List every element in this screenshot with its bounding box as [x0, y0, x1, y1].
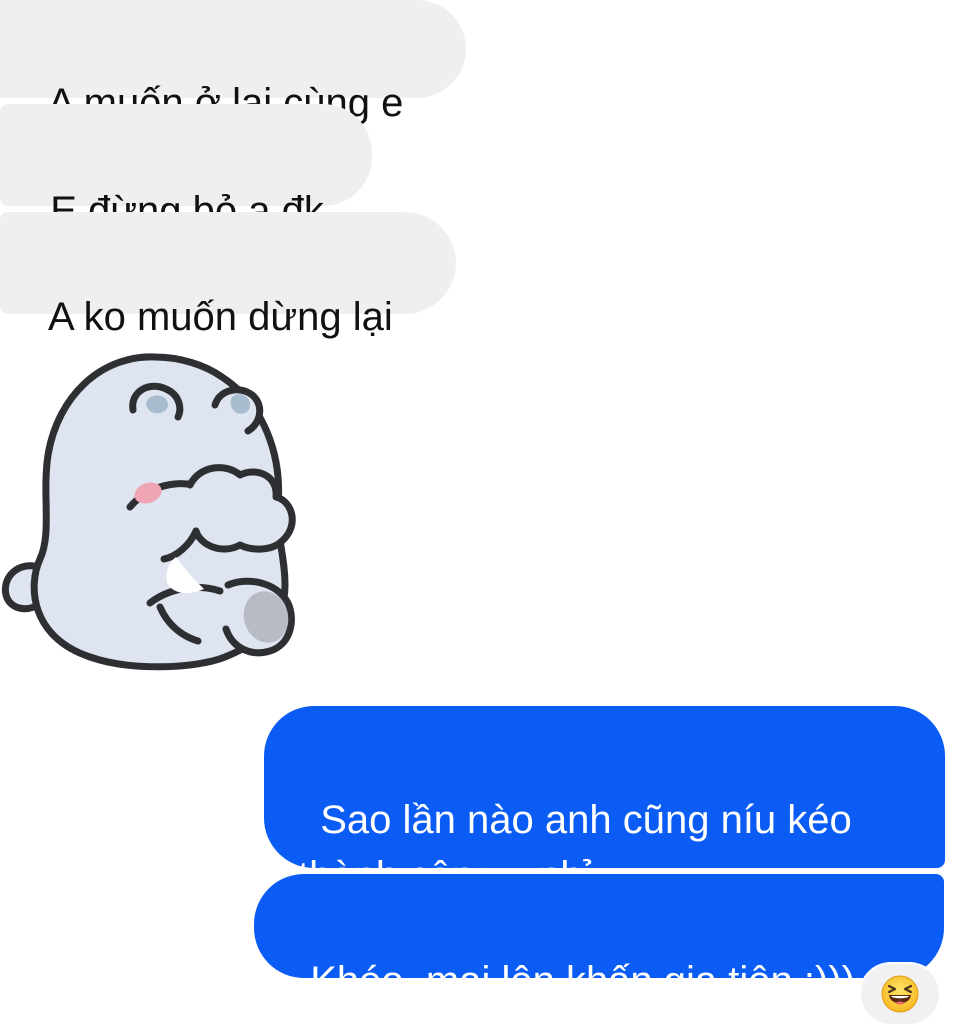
- incoming-message-bubble[interactable]: A ko muốn dừng lại: [0, 212, 456, 339]
- bear-covering-mouth-icon: [1, 353, 296, 671]
- bear-sticker[interactable]: [0, 345, 310, 685]
- incoming-message-bubble[interactable]: A muốn ở lại cùng e: [0, 0, 466, 125]
- message-reaction[interactable]: [861, 964, 939, 1024]
- outgoing-message-bubble[interactable]: Sao lần nào anh cũng níu kéo thành công …: [264, 706, 945, 898]
- incoming-message-bubble[interactable]: E đừng bỏ a đk: [0, 104, 372, 233]
- message-text: A ko muốn dừng lại: [48, 295, 393, 339]
- message-text: Khéo mai lên khấn gia tiên :))): [310, 959, 855, 1003]
- outgoing-message-bubble[interactable]: Khéo mai lên khấn gia tiên :))): [254, 874, 944, 1003]
- laughing-squinting-face-icon: [881, 975, 919, 1013]
